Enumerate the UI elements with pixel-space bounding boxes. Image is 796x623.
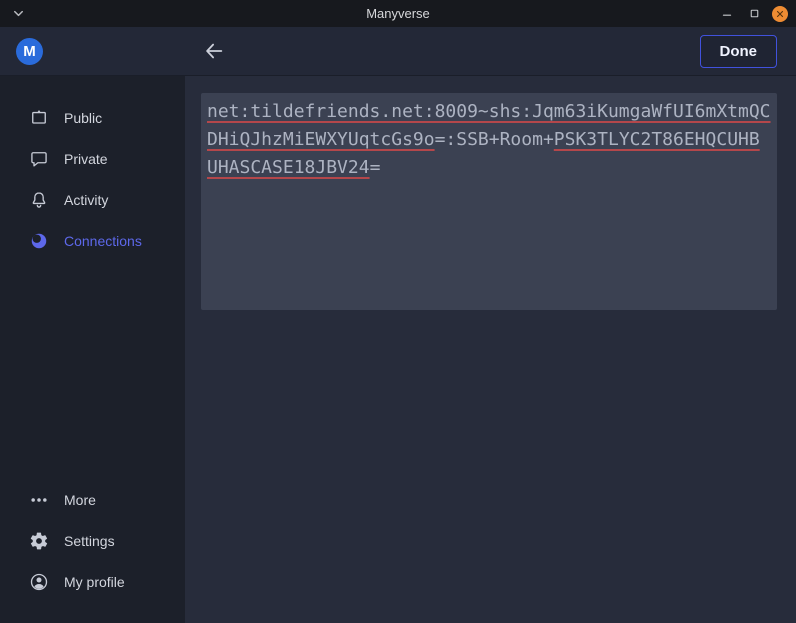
message-bubble-icon: [29, 149, 49, 169]
sidebar-item-private[interactable]: Private: [0, 138, 185, 179]
done-button[interactable]: Done: [700, 35, 778, 68]
close-button[interactable]: [772, 6, 788, 22]
sidebar-item-label: More: [64, 492, 96, 508]
sidebar-item-label: Private: [64, 151, 108, 167]
sidebar-item-settings[interactable]: Settings: [0, 520, 185, 561]
sidebar-item-label: Activity: [64, 192, 108, 208]
window-controls: [718, 0, 788, 27]
sidebar-item-label: Settings: [64, 533, 115, 549]
window-menu-chevron-icon[interactable]: [11, 6, 26, 21]
sidebar-item-label: Connections: [64, 233, 142, 249]
person-icon: [29, 572, 49, 592]
window-titlebar[interactable]: Manyverse: [0, 0, 796, 27]
restore-button[interactable]: [745, 5, 763, 23]
bell-icon: [29, 190, 49, 210]
app-header: M Done: [0, 27, 796, 76]
sidebar-item-activity[interactable]: Activity: [0, 179, 185, 220]
sidebar-bottom-nav: More Settings My profile: [0, 479, 185, 602]
invite-textarea[interactable]: net:tildefriends.net:8009~shs:Jqm63iKumg…: [201, 93, 777, 310]
sidebar-item-label: Public: [64, 110, 102, 126]
sidebar-nav: Public Private Activity: [0, 76, 185, 261]
sidebar-item-public[interactable]: Public: [0, 97, 185, 138]
sidebar-item-more[interactable]: More: [0, 479, 185, 520]
gear-icon: [29, 531, 49, 551]
sidebar-item-label: My profile: [64, 574, 125, 590]
sidebar-item-connections[interactable]: Connections: [0, 220, 185, 261]
more-dots-icon: [29, 490, 49, 510]
bulletin-board-icon: [29, 108, 49, 128]
minimize-button[interactable]: [718, 5, 736, 23]
invite-text: net:tildefriends.net:8009~shs:Jqm63iKumg…: [207, 98, 771, 182]
sidebar-item-my-profile[interactable]: My profile: [0, 561, 185, 602]
window-title: Manyverse: [366, 6, 430, 21]
sidebar: Public Private Activity: [0, 76, 185, 623]
logo-letter: M: [23, 43, 36, 60]
back-button[interactable]: [201, 38, 227, 64]
connections-icon: [29, 231, 49, 251]
manyverse-logo: M: [16, 38, 43, 65]
